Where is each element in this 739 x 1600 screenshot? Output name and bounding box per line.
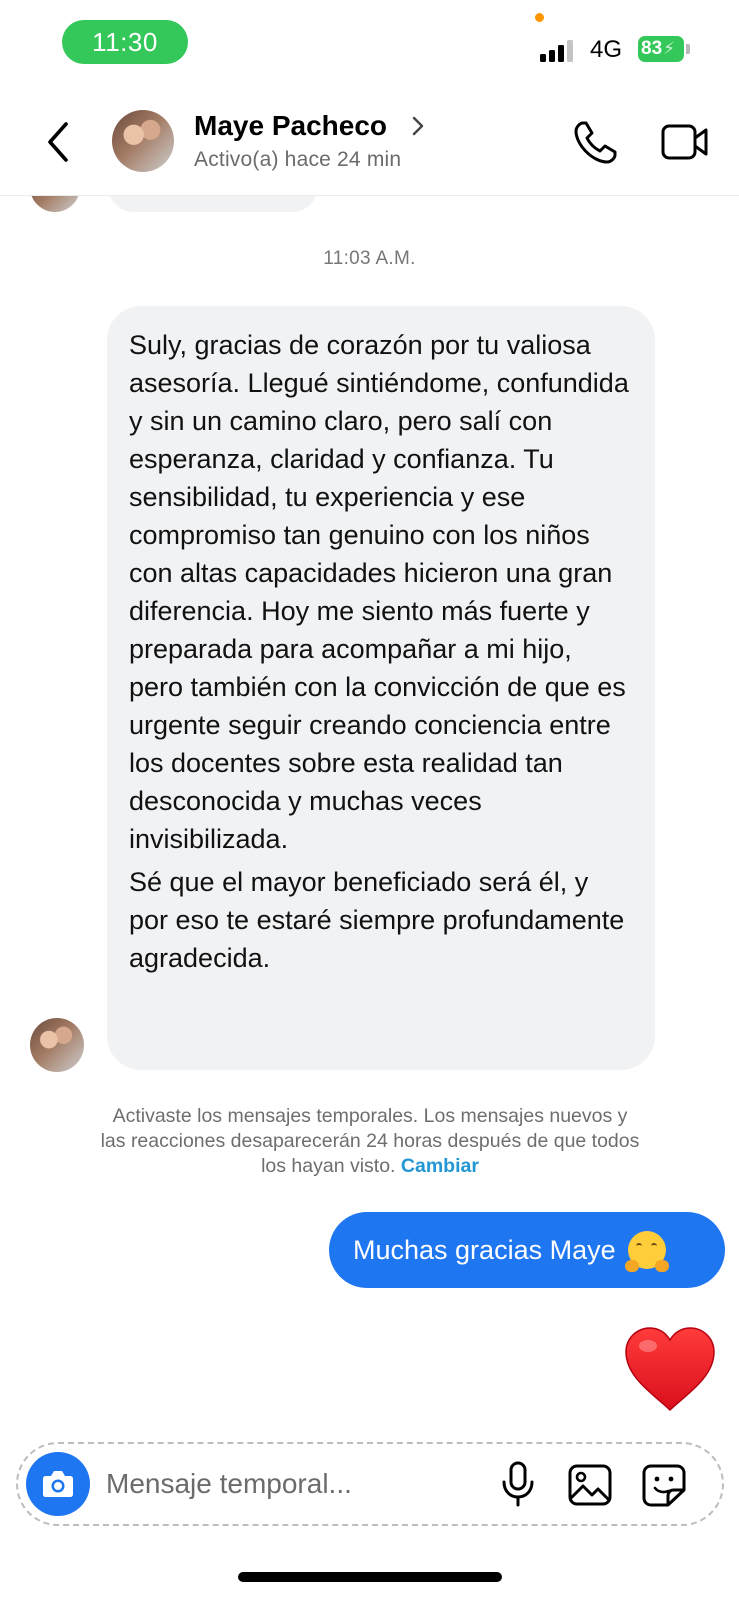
sent-message-text: Muchas gracias Maye	[353, 1234, 616, 1265]
contact-avatar[interactable]	[112, 110, 174, 172]
signal-icon	[540, 38, 578, 62]
message-timestamp: 11:03 A.M.	[323, 248, 416, 269]
sender-avatar[interactable]	[30, 1018, 84, 1072]
contact-name[interactable]: Maye Pacheco	[194, 110, 387, 142]
privacy-indicator-dot	[535, 13, 544, 22]
sent-message-bubble[interactable]: Muchas gracias Maye	[329, 1212, 725, 1288]
microphone-icon	[502, 1461, 534, 1507]
battery-icon: 83 ⚡︎	[638, 36, 690, 64]
home-indicator[interactable]	[238, 1572, 502, 1582]
voice-call-button[interactable]	[570, 118, 620, 168]
received-message-bubble[interactable]: Suly, gracias de corazón por tu valiosa …	[107, 306, 655, 1070]
battery-level: 83	[641, 38, 663, 59]
status-bar: 11:30 4G 83 ⚡︎	[0, 0, 739, 80]
video-call-button[interactable]	[660, 120, 710, 164]
chat-header: Maye Pacheco Activo(a) hace 24 min	[0, 88, 739, 196]
phone-icon	[574, 121, 617, 164]
message-input[interactable]	[106, 1462, 486, 1506]
disappearing-messages-notice: Activaste los mensajes temporales. Los m…	[100, 1104, 640, 1179]
voice-message-button[interactable]	[498, 1460, 538, 1508]
sticker-button[interactable]	[640, 1462, 688, 1508]
charging-bolt-icon: ⚡︎	[663, 39, 676, 58]
change-link[interactable]: Cambiar	[401, 1155, 479, 1177]
camera-icon	[43, 1471, 73, 1497]
network-type: 4G	[590, 36, 623, 63]
hugging-face-emoji	[624, 1231, 669, 1272]
back-chevron-icon	[48, 122, 68, 162]
status-time: 11:30	[62, 20, 188, 64]
camera-button[interactable]	[26, 1452, 90, 1516]
video-camera-icon	[661, 124, 708, 160]
gallery-icon	[568, 1464, 612, 1506]
notice-text: Activaste los mensajes temporales. Los m…	[100, 1105, 640, 1177]
message-paragraph: Sé que el mayor beneficiado será él, y p…	[129, 867, 625, 973]
sticker-icon	[642, 1464, 686, 1507]
message-paragraph: Suly, gracias de corazón por tu valiosa …	[129, 330, 629, 854]
contact-activity-status: Activo(a) hace 24 min	[194, 148, 402, 171]
message-composer	[16, 1442, 724, 1526]
chevron-right-icon[interactable]	[410, 114, 426, 138]
back-button[interactable]	[40, 118, 76, 166]
gallery-button[interactable]	[566, 1462, 614, 1508]
red-heart-emoji[interactable]	[622, 1324, 718, 1416]
